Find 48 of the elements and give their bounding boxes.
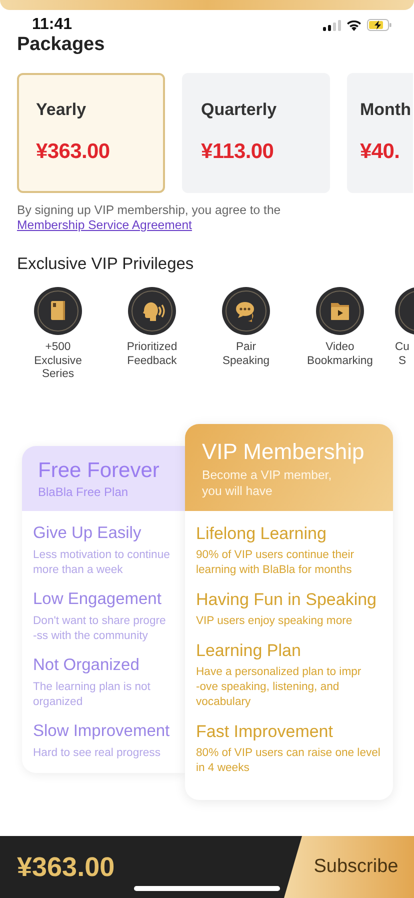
point-title: Give Up Easily [33, 522, 142, 544]
agreement-link[interactable]: Membership Service Agreement [17, 218, 414, 233]
point-title: Learning Plan [196, 640, 302, 660]
video-folder-icon [316, 287, 364, 335]
agreement-text: By signing up VIP membership, you agree to the [17, 203, 282, 218]
privilege-label: Cu S [395, 341, 410, 368]
point-description: Hard to see real progress [33, 746, 162, 760]
signal-icon [323, 20, 341, 30]
plan-subtitle: BlaBla Free Plan [38, 484, 130, 498]
point-title: Having Fun in Speaking [196, 588, 378, 610]
package-name: Quarterly [201, 100, 278, 120]
point-title: Lifelong Learning [196, 522, 328, 544]
package-card[interactable]: Month ¥40. [347, 73, 413, 193]
total-price: ¥363.00 [17, 852, 115, 882]
package-price: ¥113.00 [201, 140, 275, 164]
point-description: 80% of VIP users can raise one level in 4 weeks [196, 746, 382, 776]
point-title: Slow Improvement [33, 720, 171, 742]
point-description: Don't want to share progre -ss with the community [33, 614, 167, 644]
privilege-label: +500 Exclusive Series [34, 341, 82, 382]
point-description: VIP users enjoy speaking more [196, 614, 354, 628]
package-card[interactable]: Yearly ¥363.00 [17, 73, 165, 193]
package-price: ¥40. [360, 140, 401, 164]
package-price: ¥363.00 [36, 140, 111, 164]
privilege-label: Video Bookmarking [307, 341, 373, 368]
point-title: Fast Improvement [196, 720, 334, 742]
package-name: Month [360, 100, 411, 120]
point-title: Low Engagement [33, 588, 162, 610]
plan-title: VIP Membership [202, 438, 366, 464]
package-card[interactable]: Quarterly ¥113.00 [182, 73, 330, 193]
point-title: Not Organized [33, 654, 140, 676]
chat-bubble-icon [222, 287, 270, 335]
page-title: Packages [17, 34, 106, 56]
battery-charging-icon [367, 19, 392, 31]
speaking-head-icon [128, 287, 176, 335]
section-title: Exclusive VIP Privileges [17, 255, 195, 274]
subscribe-button[interactable]: Subscribe [284, 836, 414, 898]
status-time: 11:41 [32, 16, 72, 34]
privilege-label: Pair Speaking [222, 341, 270, 368]
point-description: 90% of VIP users continue their learning with BlaBla for months [196, 548, 356, 578]
book-icon [34, 287, 82, 335]
privilege-label: Prioritized Feedback [126, 341, 178, 368]
plan-subtitle: Become a VIP member, you will have [202, 466, 333, 498]
package-name: Yearly [36, 100, 88, 120]
point-description: Less motivation to continue more than a week [33, 548, 171, 578]
plan-title: Free Forever [38, 458, 160, 482]
wifi-icon [346, 19, 362, 31]
point-description: Have a personalized plan to impr -ove speaking, listening, and vocabulary [196, 664, 362, 710]
point-description: The learning plan is not organized [33, 680, 152, 710]
